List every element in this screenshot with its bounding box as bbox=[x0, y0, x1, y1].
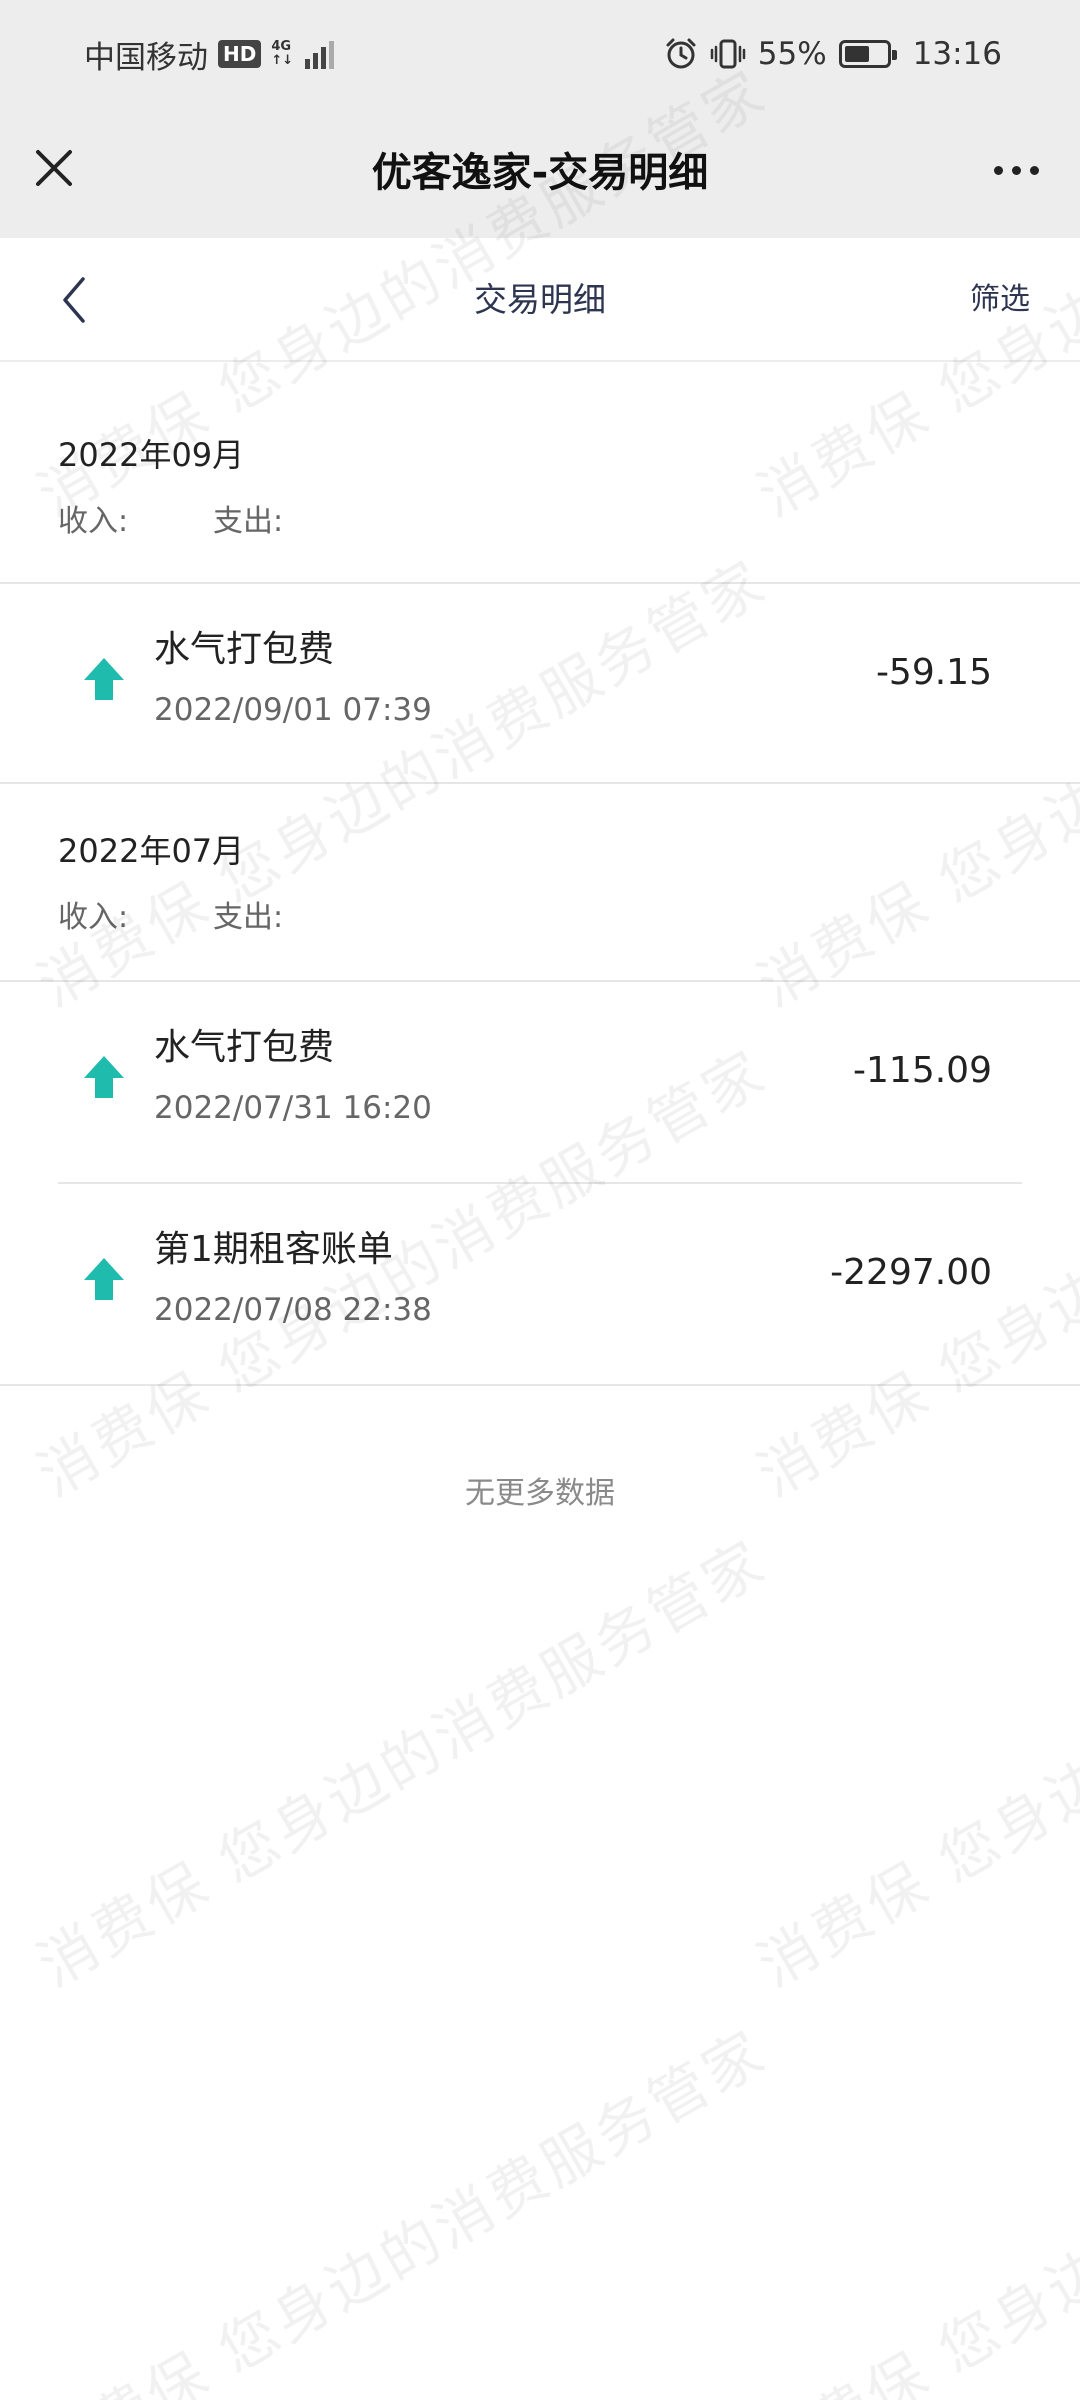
battery-percent: 55% bbox=[757, 36, 827, 72]
back-chevron-icon bbox=[63, 277, 85, 323]
transaction-time: 2022/07/08 22:38 bbox=[154, 1292, 432, 1328]
transaction-row[interactable]: 水气打包费 2022/07/31 16:20 -115.09 bbox=[0, 982, 1080, 1182]
page-header: 交易明细 筛选 bbox=[0, 238, 1080, 362]
hd-badge: HD bbox=[218, 40, 262, 68]
window-title: 优客逸家-交易明细 bbox=[371, 150, 709, 196]
transaction-name: 水气打包费 bbox=[154, 629, 335, 670]
title-bar: 优客逸家-交易明细 bbox=[0, 108, 1080, 238]
transaction-name: 第1期租客账单 bbox=[154, 1229, 393, 1270]
watermark-text: 消费保 您身边的消费服务管家 bbox=[747, 2017, 1080, 2400]
vibrate-icon bbox=[710, 39, 745, 69]
transaction-amount: -115.09 bbox=[853, 1050, 992, 1091]
expense-label: 支出: bbox=[213, 504, 284, 539]
month-summary: 收入: 支出: bbox=[58, 496, 283, 540]
carrier-name: 中国移动 bbox=[84, 39, 208, 76]
status-right: 55% 13:16 bbox=[664, 30, 1002, 78]
battery-icon bbox=[838, 40, 897, 68]
status-left: 中国移动 HD 4G ↑↓ bbox=[84, 30, 335, 78]
arrow-up-icon bbox=[84, 658, 124, 700]
month-title: 2022年09月 bbox=[58, 436, 245, 474]
transaction-name: 水气打包费 bbox=[154, 1027, 335, 1068]
page-title: 交易明细 bbox=[474, 280, 606, 319]
month-title: 2022年07月 bbox=[58, 832, 245, 870]
arrow-up-icon bbox=[84, 1258, 124, 1300]
status-bar: 中国移动 HD 4G ↑↓ 55% 13:16 bbox=[0, 0, 1080, 108]
back-button[interactable] bbox=[44, 270, 104, 330]
clock: 13:16 bbox=[912, 36, 1002, 72]
alarm-icon bbox=[666, 38, 696, 69]
month-summary: 收入: 支出: bbox=[58, 892, 283, 936]
watermark-text: 消费保 您身边的消费服务管家 bbox=[746, 1527, 1080, 2001]
no-more-data-label: 无更多数据 bbox=[465, 1476, 615, 1511]
network-type: 4G ↑↓ bbox=[271, 40, 293, 68]
month-header: 2022年07月 收入: 支出: bbox=[0, 784, 1080, 982]
transaction-time: 2022/09/01 07:39 bbox=[154, 692, 432, 728]
more-button[interactable] bbox=[976, 140, 1056, 200]
filter-button[interactable]: 筛选 bbox=[970, 272, 1030, 328]
close-icon bbox=[36, 150, 72, 186]
more-icon bbox=[993, 165, 1003, 175]
arrow-up-icon bbox=[84, 1056, 124, 1098]
network-activity: ↑↓ bbox=[271, 53, 294, 68]
watermark-text: 消费保 您身边的消费服务管家 bbox=[26, 1527, 778, 2001]
signal-strength-icon bbox=[305, 39, 335, 69]
month-header: 2022年09月 收入: 支出: bbox=[0, 362, 1080, 584]
transaction-amount: -59.15 bbox=[875, 652, 992, 693]
transaction-time: 2022/07/31 16:20 bbox=[154, 1090, 432, 1126]
income-label: 收入: bbox=[58, 900, 129, 935]
expense-label: 支出: bbox=[213, 900, 284, 935]
transaction-row[interactable]: 第1期租客账单 2022/07/08 22:38 -2297.00 bbox=[0, 1184, 1080, 1384]
watermark-text: 消费保 您身边的消费服务管家 bbox=[26, 2017, 778, 2400]
close-button[interactable] bbox=[24, 138, 84, 198]
transaction-row[interactable]: 水气打包费 2022/09/01 07:39 -59.15 bbox=[0, 584, 1080, 784]
transaction-amount: -2297.00 bbox=[830, 1252, 992, 1293]
network-generation: 4G bbox=[271, 39, 292, 54]
divider bbox=[0, 1384, 1080, 1386]
income-label: 收入: bbox=[58, 504, 129, 539]
